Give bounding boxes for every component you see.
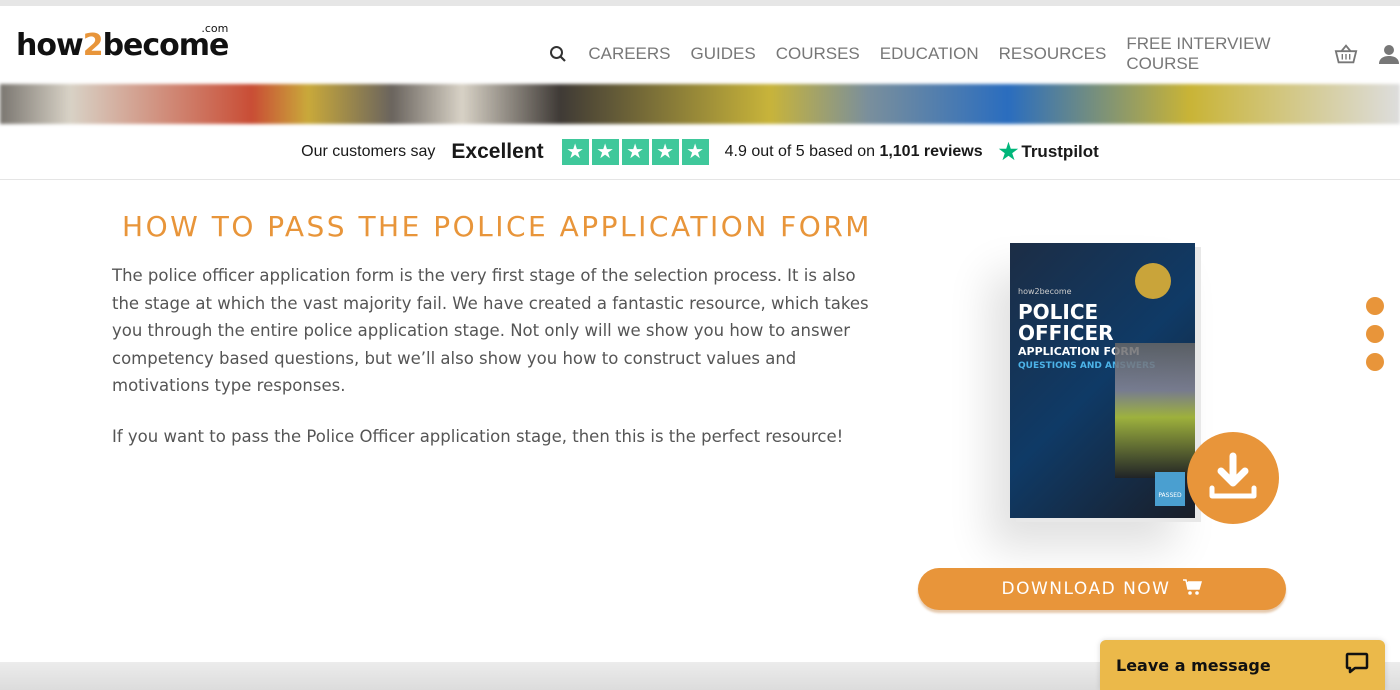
download-now-button[interactable]: DOWNLOAD NOW <box>918 568 1286 610</box>
reviews-suffix: reviews <box>919 142 983 160</box>
nav-resources[interactable]: RESOURCES <box>999 44 1107 64</box>
book-cover-image: how2become POLICE OFFICER APPLICATION FO… <box>1010 243 1195 518</box>
star-icon: ★ <box>681 138 709 165</box>
hero-banner-image <box>0 84 1400 124</box>
chat-label: Leave a message <box>1116 655 1271 675</box>
star-icon: ★ <box>621 138 649 165</box>
nav-careers[interactable]: CAREERS <box>588 44 670 64</box>
logo-two: 2 <box>82 28 104 63</box>
trustpilot-rating-word: Excellent <box>451 139 544 163</box>
reviews-text: 4.9 out of 5 based on <box>724 142 880 160</box>
book-title: POLICE OFFICER <box>1018 300 1114 345</box>
download-label: DOWNLOAD NOW <box>1001 579 1171 599</box>
trustpilot-star-icon: ★ <box>998 138 1019 164</box>
passed-badge: PASSED <box>1155 472 1185 506</box>
basket-icon[interactable] <box>1334 42 1358 66</box>
logo[interactable]: how2become .com <box>16 22 229 63</box>
trustpilot-reviews: 4.9 out of 5 based on 1,101 reviews <box>725 143 983 161</box>
download-icon[interactable] <box>1187 432 1279 524</box>
logo-text: how <box>16 28 84 63</box>
description: The police officer application form is t… <box>112 262 872 473</box>
police-photo <box>1115 343 1195 478</box>
logo-com: .com <box>201 22 229 35</box>
main-nav: CAREERS GUIDES COURSES EDUCATION RESOURC… <box>548 34 1400 74</box>
chat-widget[interactable]: Leave a message <box>1100 640 1385 690</box>
nav-courses[interactable]: COURSES <box>776 44 860 64</box>
reviews-count: 1,101 <box>879 142 920 160</box>
section-dot[interactable] <box>1366 297 1384 315</box>
section-dot[interactable] <box>1366 353 1384 371</box>
seal-badge <box>1135 263 1171 299</box>
section-dot[interactable] <box>1366 325 1384 343</box>
cart-icon <box>1182 578 1203 601</box>
description-paragraph: If you want to pass the Police Officer a… <box>112 426 844 446</box>
trustpilot-bar[interactable]: Our customers say Excellent ★ ★ ★ ★ ★ 4.… <box>0 124 1400 180</box>
star-icon: ★ <box>561 138 589 165</box>
nav-education[interactable]: EDUCATION <box>880 44 979 64</box>
page-title: HOW TO PASS THE POLICE APPLICATION FORM <box>122 210 872 243</box>
user-icon[interactable] <box>1378 42 1400 66</box>
search-icon[interactable] <box>548 42 568 66</box>
trustpilot-say: Our customers say <box>301 142 436 160</box>
star-icon: ★ <box>591 138 619 165</box>
trustpilot-brand: Trustpilot <box>1021 141 1099 161</box>
site-header: how2become .com CAREERS GUIDES COURSES ED… <box>0 6 1400 84</box>
trustpilot-stars: ★ ★ ★ ★ ★ <box>561 138 709 165</box>
nav-guides[interactable]: GUIDES <box>691 44 756 64</box>
chat-bubble-icon <box>1345 652 1369 678</box>
description-paragraph: The police officer application form is t… <box>112 266 869 395</box>
trustpilot-logo[interactable]: ★ Trustpilot <box>999 139 1099 165</box>
nav-free-interview-course[interactable]: FREE INTERVIEW COURSE <box>1126 34 1314 74</box>
section-nav-dots <box>1366 297 1384 371</box>
star-icon: ★ <box>651 138 679 165</box>
